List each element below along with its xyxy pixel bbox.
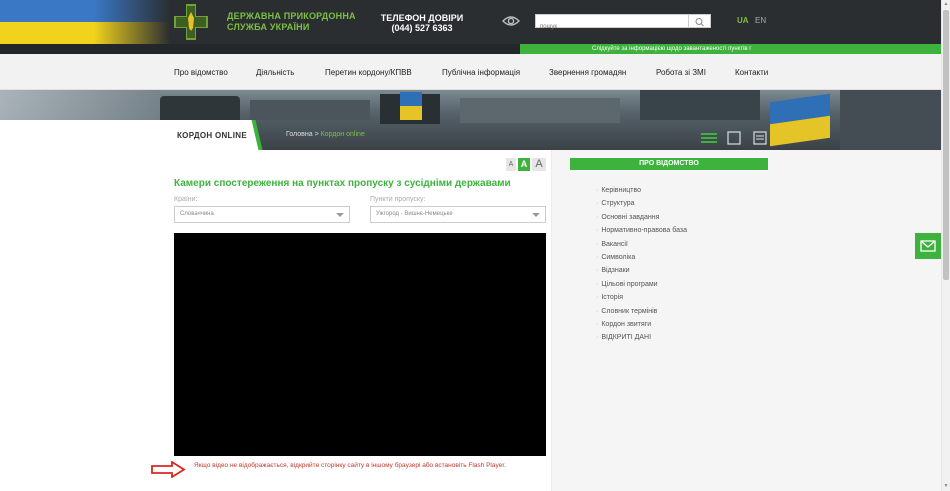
- nav-item-activity[interactable]: Діяльність: [256, 68, 294, 77]
- font-size-small-button[interactable]: A: [506, 158, 516, 171]
- country-label: Країни:: [174, 196, 198, 203]
- breadcrumb-home[interactable]: Головна: [286, 131, 313, 138]
- chevron-down-icon: [532, 213, 540, 217]
- page-scrollbar[interactable]: ▲ ▼: [941, 0, 950, 491]
- sidebar-item-main-tasks[interactable]: · Основні завдання: [596, 211, 687, 224]
- search-icon: [695, 18, 704, 27]
- font-size-medium-button[interactable]: A: [518, 158, 530, 171]
- checkpoint-select[interactable]: Ужгород - Вишнє-Немецьке: [370, 206, 546, 223]
- eye-icon[interactable]: [502, 14, 520, 28]
- sidebar-item-awards[interactable]: · Відзнаки: [596, 264, 687, 277]
- flash-warning-text: Якщо відео не відображається, відкрийте …: [194, 462, 506, 469]
- breadcrumb: Головна > Кордон online: [286, 131, 365, 138]
- breadcrumb-current: Кордон online: [320, 131, 365, 138]
- nav-item-border-crossing[interactable]: Перетин кордону/КПВВ: [325, 68, 412, 77]
- checkpoint-select-value: Ужгород - Вишнє-Немецьке: [376, 211, 453, 217]
- country-select-value: Словаччина: [180, 211, 214, 217]
- sidebar-menu: · Керівництво · Структура · Основні завданн…: [596, 184, 687, 345]
- nav-item-contacts[interactable]: Контакти: [735, 68, 768, 77]
- ticker-text[interactable]: Слідкуйте за інформацією щодо завантажен…: [520, 44, 941, 54]
- scroll-up-icon[interactable]: ▲: [943, 1, 949, 7]
- nav-item-media[interactable]: Робота зі ЗМІ: [656, 68, 706, 77]
- sidebar-title: ПРО ВІДОМСТВО: [570, 158, 768, 170]
- search-button[interactable]: [688, 15, 710, 27]
- search-box: [535, 14, 711, 33]
- sidebar-item-legal-base[interactable]: · Нормативно-правова база: [596, 224, 687, 237]
- lang-ua-link[interactable]: UA: [737, 16, 749, 25]
- camera-video-player[interactable]: [174, 233, 546, 456]
- nav-item-appeals[interactable]: Звернення громадян: [549, 68, 626, 77]
- breadcrumb-bar: КОРДОН ONLINE Головна > Кордон online: [0, 120, 941, 150]
- chevron-down-icon: [336, 213, 344, 217]
- font-size-large-button[interactable]: A: [532, 158, 546, 171]
- sidebar-item-leadership[interactable]: · Керівництво: [596, 184, 687, 197]
- country-select[interactable]: Словаччина: [174, 206, 350, 223]
- nav-item-public-info[interactable]: Публічна інформація: [442, 68, 520, 77]
- view-grid-icon[interactable]: [700, 131, 718, 145]
- sidebar-item-symbols[interactable]: · Символіка: [596, 251, 687, 264]
- search-input[interactable]: [536, 21, 686, 33]
- sidebar-item-vacancies[interactable]: · Вакансії: [596, 238, 687, 251]
- main-nav: Про відомство Діяльність Перетин кордону…: [0, 54, 941, 90]
- scroll-down-icon[interactable]: ▼: [943, 483, 949, 489]
- sidebar-item-glossary[interactable]: · Словник термінів: [596, 305, 687, 318]
- sidebar-item-programs[interactable]: · Цільові програми: [596, 278, 687, 291]
- feedback-mail-button[interactable]: [915, 233, 941, 259]
- flag-decoration: [0, 0, 170, 44]
- top-header: ДЕРЖАВНА ПРИКОРДОННА СЛУЖБА УКРАЇНИ ТЕЛЕ…: [0, 0, 941, 44]
- page-title: Камери спостереження на пунктах пропуску…: [174, 178, 511, 189]
- breadcrumb-separator: >: [314, 131, 319, 138]
- mail-icon: [920, 240, 936, 252]
- hotline: ТЕЛЕФОН ДОВІРИ (044) 527 6363: [380, 13, 464, 33]
- scrollbar-thumb[interactable]: [943, 10, 949, 280]
- sidebar-item-structure[interactable]: · Структура: [596, 197, 687, 210]
- view-list-icon[interactable]: [752, 131, 768, 145]
- emblem-icon[interactable]: [174, 4, 208, 40]
- ticker-bar: Слідкуйте за інформацією щодо завантажен…: [0, 44, 941, 54]
- view-square-icon[interactable]: [726, 131, 742, 145]
- sidebar-item-open-data[interactable]: · ВІДКРИТІ ДАНІ: [596, 331, 687, 344]
- arrow-right-icon: [151, 461, 186, 478]
- lang-en-link[interactable]: EN: [755, 16, 766, 25]
- left-gutter: [0, 150, 170, 491]
- sidebar-item-history[interactable]: · Історія: [596, 291, 687, 304]
- column-divider: [551, 150, 552, 491]
- sidebar-item-border-valor[interactable]: · Кордон звитяги: [596, 318, 687, 331]
- site-brand[interactable]: ДЕРЖАВНА ПРИКОРДОННА СЛУЖБА УКРАЇНИ: [227, 11, 356, 33]
- checkpoint-label: Пункти пропуску:: [370, 196, 426, 203]
- nav-item-about[interactable]: Про відомство: [174, 68, 228, 77]
- section-title: КОРДОН ONLINE: [177, 131, 247, 140]
